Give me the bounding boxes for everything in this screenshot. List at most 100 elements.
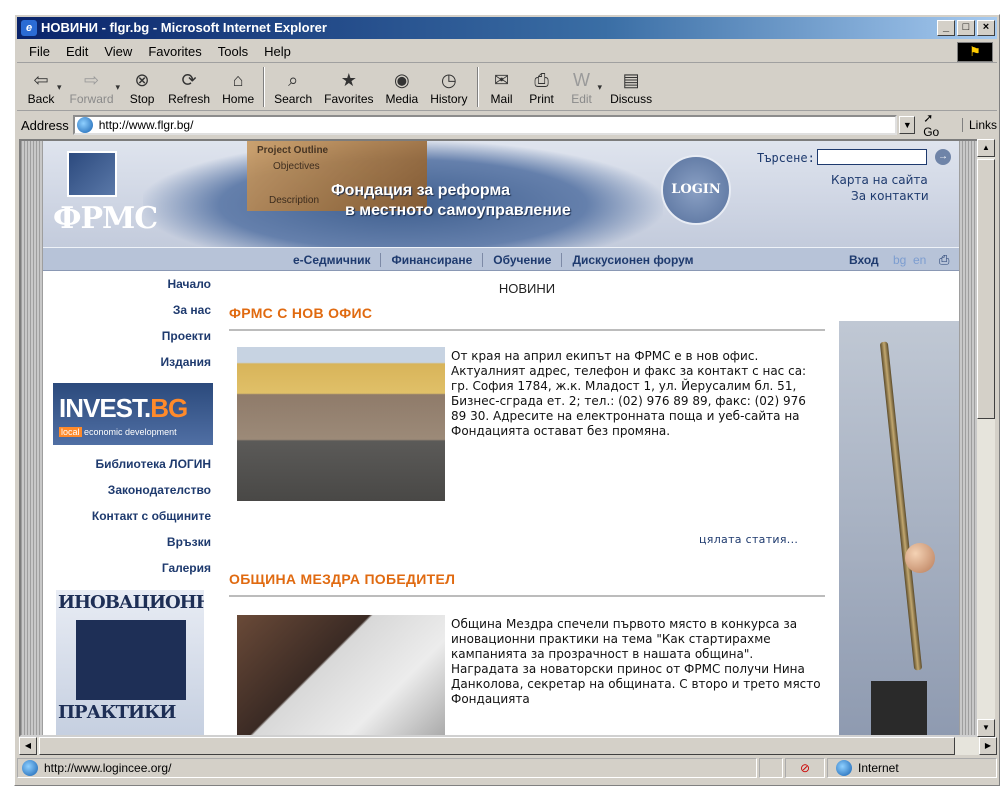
lnav-home[interactable]: Начало [168,277,211,291]
site-logo[interactable]: ФРМС [53,151,158,236]
minimize-button[interactable]: _ [937,20,955,36]
left-stripe [21,141,43,735]
popup-blocked-icon[interactable]: ⊘ [785,758,825,778]
search-go-button[interactable]: → [935,149,951,165]
edit-dropdown-icon[interactable]: ▾ [598,82,603,93]
menu-file[interactable]: File [21,44,58,59]
media-icon: ◉ [394,69,410,90]
logo-text: ФРМС [53,201,158,236]
lnav-projects[interactable]: Проекти [162,329,211,343]
media-button[interactable]: ◉ Media [380,67,425,108]
photo-line-1: Project Outline [257,145,329,156]
address-dropdown-icon[interactable]: ▼ [899,116,916,134]
vertical-scroll-thumb[interactable] [977,159,995,419]
toolbar-separator [476,67,479,107]
stop-button[interactable]: ⊗ Stop [122,67,162,108]
refresh-label: Refresh [168,92,211,106]
menu-help[interactable]: Help [256,44,299,59]
nav-forum[interactable]: Дискусионен форум [562,253,703,267]
scroll-up-icon[interactable]: ▲ [977,139,995,157]
login-link[interactable]: Вход [849,253,879,267]
contacts-link[interactable]: За контакти [851,189,929,203]
nav-e-weekly[interactable]: е-Седмичник [283,253,382,267]
forward-dropdown-icon[interactable]: ▾ [116,82,121,93]
search-label: Search [274,92,313,106]
home-button[interactable]: ⌂ Home [216,67,260,108]
forward-button[interactable]: ⇨ Forward [64,67,120,108]
close-button[interactable]: × [977,20,995,36]
menu-tools[interactable]: Tools [210,44,256,59]
article-2-photo [237,615,445,735]
edit-button[interactable]: W Edit [562,67,602,108]
nav-funding[interactable]: Финансиране [381,253,484,267]
sitemap-link[interactable]: Карта на сайта [831,173,928,187]
lang-en-link[interactable]: en [913,253,926,267]
statue-ball [905,543,935,573]
photo-line-3: Description [269,195,320,206]
menu-edit[interactable]: Edit [58,44,96,59]
maximize-button[interactable]: □ [957,20,975,36]
lnav-municipalities[interactable]: Контакт с общините [92,509,211,523]
history-button[interactable]: ◷ History [424,67,473,108]
go-button[interactable]: ➚ Go [923,111,952,139]
address-label: Address [21,117,69,133]
news-content: НОВИНИ ФРМС С НОВ ОФИС От края на април … [229,271,825,735]
horizontal-scroll-thumb[interactable] [39,737,955,755]
menu-favorites[interactable]: Favorites [140,44,209,59]
mail-icon: ✉ [494,69,510,90]
discuss-button[interactable]: ▤ Discuss [604,67,658,108]
favorites-button[interactable]: ★ Favorites [318,67,379,108]
nav-training[interactable]: Обучение [483,253,563,267]
login-seal-icon: LOGIN [661,155,731,225]
statue-base [871,681,927,735]
lnav-publications[interactable]: Издания [160,355,211,369]
mail-button[interactable]: ✉ Mail [482,67,522,108]
invest-local: local [59,427,82,437]
title-bar[interactable]: e НОВИНИ - flgr.bg - Microsoft Internet … [17,17,997,39]
search-label-text: Търсене: [757,151,815,165]
article-2-title[interactable]: ОБЩИНА МЕЗДРА ПОБЕДИТЕЛ [229,571,455,587]
status-bar: http://www.logincee.org/ ⊘ Internet [17,757,997,779]
back-dropdown-icon[interactable]: ▾ [57,82,62,93]
invest-sub: economic development [84,427,177,437]
inov-title-top: ИНОВАЦИОННИ [58,592,204,613]
horizontal-scrollbar[interactable]: ◀ ▶ [19,737,997,755]
address-input[interactable]: http://www.flgr.bg/ [72,115,898,135]
vertical-scrollbar[interactable]: ▲ ▼ [977,139,995,737]
forward-arrow-icon: ⇨ [83,69,100,90]
menu-view[interactable]: View [96,44,140,59]
back-button[interactable]: ⇦ Back [21,67,61,108]
site-search-input[interactable] [817,149,927,165]
scroll-left-icon[interactable]: ◀ [19,737,37,755]
security-zone-label: Internet [858,761,899,775]
lnav-about[interactable]: За нас [173,303,211,317]
top-nav: е-Седмичник Финансиране Обучение Дискуси… [43,247,959,271]
scroll-right-icon[interactable]: ▶ [979,737,997,755]
print-button[interactable]: ⎙ Print [522,67,562,108]
ie-logo-icon: e [21,20,37,36]
lnav-gallery[interactable]: Галерия [162,561,211,575]
scroll-down-icon[interactable]: ▼ [977,719,995,737]
search-button[interactable]: ⌕ Search [268,67,318,108]
lnav-links[interactable]: Връзки [167,535,211,549]
links-button[interactable]: Links [961,118,997,132]
favorites-label: Favorites [324,92,374,106]
article-divider [229,329,825,331]
forward-label: Forward [69,92,114,106]
invest-bg-banner[interactable]: INVEST.BG local economic development [53,383,213,445]
article-1-text: От края на април екипът на ФРМС е в нов … [451,349,807,438]
lnav-legislation[interactable]: Законодателство [108,483,211,497]
stop-label: Stop [129,92,155,106]
lnav-library[interactable]: Библиотека ЛОГИН [95,457,211,471]
web-page: ФРМС Project Outline Objectives Descript… [43,141,959,735]
lang-bg-link[interactable]: bg [893,253,906,267]
article-1-more-link[interactable]: цялата статия... [699,533,798,546]
discuss-icon: ▤ [622,69,640,90]
print-page-icon[interactable]: ⎙ [939,252,949,268]
status-text-pane: http://www.logincee.org/ [17,758,757,778]
refresh-button[interactable]: ⟳ Refresh [162,67,216,108]
invest-subtitle: local economic development [59,427,177,437]
innovative-practices-banner[interactable]: ИНОВАЦИОННИ ПРАКТИКИ [55,589,205,735]
favorites-icon: ★ [340,69,357,90]
article-1-title[interactable]: ФРМС С НОВ ОФИС [229,305,372,321]
